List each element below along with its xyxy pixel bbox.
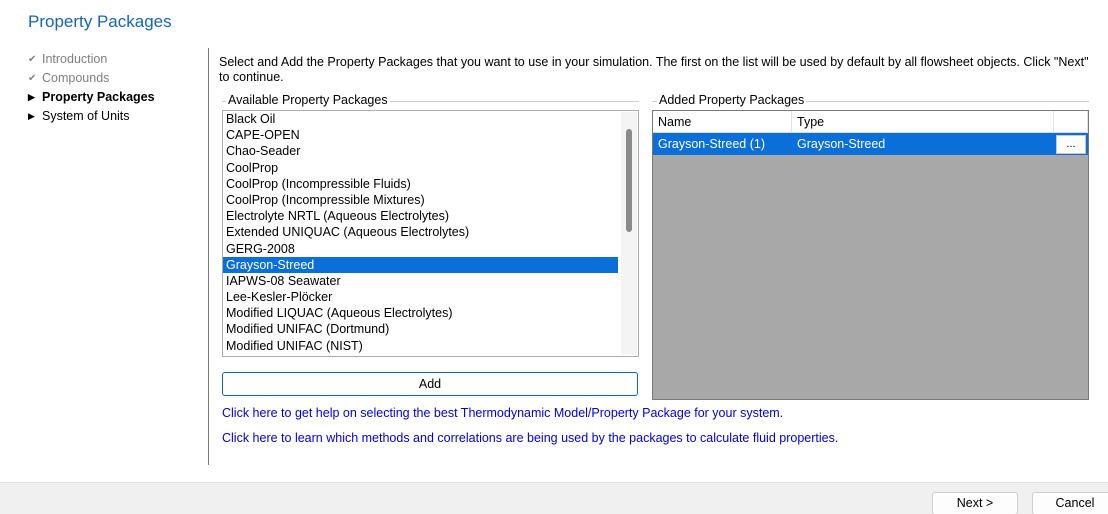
methods-link[interactable]: Click here to learn which methods and co…: [222, 431, 838, 445]
package-actions-cell: ...: [1054, 133, 1088, 154]
package-name-cell[interactable]: Grayson-Streed (1): [653, 133, 792, 155]
added-packages-grid[interactable]: Name Type Grayson-Streed (1) Grayson-Str…: [652, 110, 1089, 400]
nav-step-label: System of Units: [42, 109, 130, 123]
nav-divider: [208, 48, 209, 465]
column-header-type[interactable]: Type: [792, 111, 1054, 133]
nav-step-label: Introduction: [42, 52, 108, 66]
nav-step-property-packages[interactable]: ▶ Property Packages: [28, 88, 203, 107]
list-scrollbar[interactable]: [621, 112, 637, 355]
scrollbar-thumb[interactable]: [626, 129, 632, 232]
available-packages-label: Available Property Packages: [226, 93, 390, 107]
column-header-actions: [1054, 111, 1088, 133]
footer-bar: Next > Cancel: [0, 482, 1108, 514]
list-item[interactable]: Modified UNIFAC (Dortmund): [223, 321, 618, 337]
nav-step-system-of-units[interactable]: ▶ System of Units: [28, 107, 203, 126]
available-packages-items: Black Oil CAPE-OPEN Chao-Seader CoolProp Coo…: [223, 111, 618, 354]
list-item[interactable]: CoolProp (Incompressible Mixtures): [223, 192, 618, 208]
nav-step-label: Property Packages: [42, 90, 155, 104]
package-type-cell[interactable]: Grayson-Streed: [792, 133, 1054, 155]
list-item[interactable]: Lee-Kesler-Plöcker: [223, 289, 618, 305]
add-button[interactable]: Add: [222, 372, 638, 396]
wizard-steps-nav: ✔ Introduction ✔ Compounds ▶ Property Pa…: [28, 50, 203, 126]
list-item[interactable]: CoolProp (Incompressible Fluids): [223, 176, 618, 192]
nav-step-compounds[interactable]: ✔ Compounds: [28, 69, 203, 88]
list-item[interactable]: Electrolyte NRTL (Aqueous Electrolytes): [223, 208, 618, 224]
checkmark-icon: ✔: [28, 73, 37, 84]
nav-step-introduction[interactable]: ✔ Introduction: [28, 50, 203, 69]
help-model-link[interactable]: Click here to get help on selecting the …: [222, 406, 783, 420]
nav-step-label: Compounds: [42, 71, 110, 85]
column-header-name[interactable]: Name: [653, 111, 792, 133]
checkmark-icon: ✔: [28, 54, 37, 65]
list-item[interactable]: Grayson-Streed: [223, 256, 618, 273]
available-packages-list[interactable]: Black Oil CAPE-OPEN Chao-Seader CoolProp Coo…: [222, 110, 639, 357]
instructions-text: Select and Add the Property Packages tha…: [219, 55, 1089, 84]
triangle-right-icon: ▶: [28, 111, 35, 121]
configure-package-button[interactable]: ...: [1056, 135, 1086, 154]
page-title: Property Packages: [28, 12, 172, 31]
grid-header: Name Type: [653, 111, 1088, 133]
list-item[interactable]: IAPWS-08 Seawater: [223, 273, 618, 289]
triangle-right-icon: ▶: [28, 92, 35, 102]
list-item[interactable]: CAPE-OPEN: [223, 127, 618, 143]
list-item[interactable]: GERG-2008: [223, 241, 618, 257]
list-item[interactable]: Modified LIQUAC (Aqueous Electrolytes): [223, 305, 618, 321]
table-row[interactable]: Grayson-Streed (1) Grayson-Streed ...: [653, 133, 1088, 155]
list-item[interactable]: Chao-Seader: [223, 143, 618, 159]
cancel-button[interactable]: Cancel: [1032, 492, 1108, 514]
list-item[interactable]: Black Oil: [223, 111, 618, 127]
list-item[interactable]: CoolProp: [223, 160, 618, 176]
added-packages-label: Added Property Packages: [657, 93, 807, 107]
next-button[interactable]: Next >: [932, 492, 1018, 514]
list-item[interactable]: Extended UNIQUAC (Aqueous Electrolytes): [223, 224, 618, 240]
list-item[interactable]: Modified UNIFAC (NIST): [223, 338, 618, 354]
